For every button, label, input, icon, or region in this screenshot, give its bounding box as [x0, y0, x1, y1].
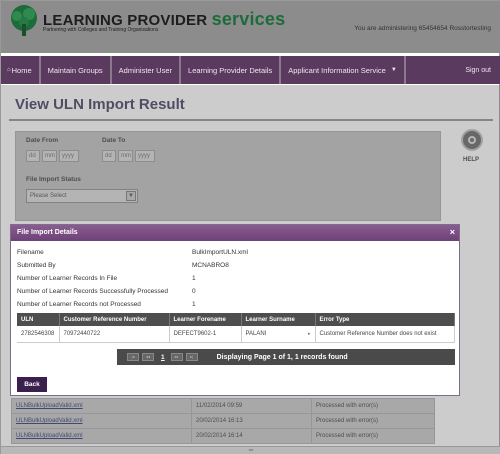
records-in-file-label: Number of Learner Records In File [17, 275, 118, 282]
filename-value: BulkImportULN.xml [192, 249, 248, 256]
cell-customer-reference: 70972440722 [59, 326, 170, 343]
col-uln[interactable]: ULN [17, 313, 60, 326]
column-resize-icon[interactable]: ▸ [308, 331, 311, 337]
col-error-type[interactable]: Error Type [315, 313, 455, 326]
submitted-by-value: MCNABRO8 [192, 262, 229, 269]
scroll-handle-icon[interactable]: ═ [1, 446, 500, 454]
current-page-number[interactable]: 1 [161, 354, 165, 361]
records-not-processed-value: 1 [192, 301, 196, 308]
cell-error-type: Customer Reference Number does not exist [315, 326, 455, 343]
back-button[interactable]: Back [17, 377, 47, 392]
home-icon: ⌂ [7, 67, 11, 73]
records-success-label: Number of Learner Records Successfully P… [17, 288, 169, 295]
nav-applicant-information-service[interactable]: Applicant Information Service ▼ [281, 56, 406, 84]
col-learner-forename[interactable]: Learner Forename [169, 313, 242, 326]
submitted-by-label: Submitted By [17, 262, 56, 269]
cell-uln: 2782546308 [17, 326, 60, 343]
nav-home[interactable]: ⌂ Home [1, 56, 41, 84]
brand-tagline: Partnering with Colleges and Training Or… [43, 27, 159, 33]
nav-administer-user[interactable]: Administer User [112, 56, 182, 84]
nav-learning-provider-details[interactable]: Learning Provider Details [181, 56, 282, 84]
table-header-row: ULN Customer Reference Number Learner Fo… [17, 313, 455, 326]
cell-learner-forename: DEFECT9602-1 [169, 326, 242, 343]
pagination-info: Displaying Page 1 of 1, 1 records found [216, 353, 348, 361]
learner-errors-table: ULN Customer Reference Number Learner Fo… [17, 313, 455, 343]
nav-maintain-groups[interactable]: Maintain Groups [41, 56, 112, 84]
records-in-file-value: 1 [192, 275, 196, 282]
col-customer-reference[interactable]: Customer Reference Number [59, 313, 170, 326]
dialog-header: File Import Details × [11, 225, 459, 241]
col-learner-surname[interactable]: Learner Surname [241, 313, 316, 326]
administering-text: You are administering 65454654 Rosstorte… [354, 25, 491, 32]
site-header: LEARNING PROVIDER services Partnering wi… [1, 1, 500, 53]
sign-out-link[interactable]: Sign out [465, 56, 500, 84]
table-row: 2782546308 70972440722 DEFECT9602-1 PALA… [17, 326, 455, 343]
first-page-icon[interactable]: |◂ [127, 353, 139, 361]
filename-label: Filename [17, 249, 44, 256]
last-page-icon[interactable]: ▸| [185, 353, 198, 361]
tree-logo-icon [11, 5, 37, 36]
close-icon[interactable]: × [450, 227, 455, 237]
main-nav: ⌂ Home Maintain Groups Administer User L… [1, 56, 500, 84]
records-not-processed-label: Number of Learner Records not Processed [17, 301, 141, 308]
dialog-title: File Import Details [17, 229, 78, 236]
caret-down-icon: ▼ [390, 67, 397, 73]
pagination-bar: |◂ ◂◂ 1 ▸▸ ▸| Displaying Page 1 of 1, 1 … [117, 349, 455, 365]
next-page-icon[interactable]: ▸▸ [170, 353, 183, 361]
file-import-details-dialog: File Import Details × Filename BulkImpor… [10, 224, 460, 396]
prev-page-icon[interactable]: ◂◂ [142, 353, 154, 361]
cell-learner-surname: PALANI ▸ [241, 326, 316, 343]
records-success-value: 0 [192, 288, 196, 295]
